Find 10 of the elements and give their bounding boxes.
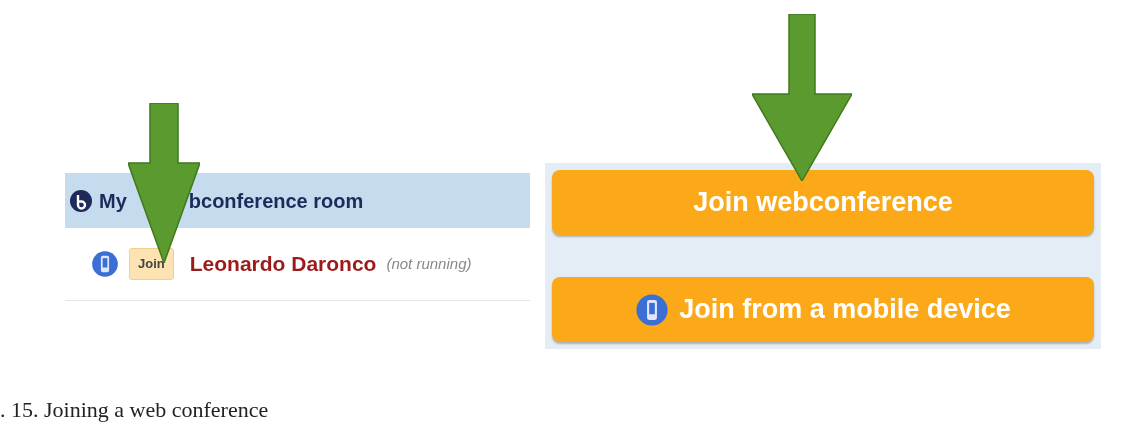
logo-icon bbox=[69, 188, 93, 213]
arrow-icon bbox=[752, 14, 852, 181]
phone-icon bbox=[91, 250, 119, 278]
figure-caption: . 15. Joining a web conference bbox=[0, 396, 269, 424]
phone-icon bbox=[635, 292, 670, 327]
panel-title: My bbox=[99, 188, 127, 214]
status-text: (not running) bbox=[386, 253, 472, 274]
join-button[interactable]: Join bbox=[129, 248, 174, 280]
panel-title: bconference room bbox=[188, 188, 364, 214]
owner-link[interactable]: Leonardo Daronco bbox=[189, 248, 377, 280]
